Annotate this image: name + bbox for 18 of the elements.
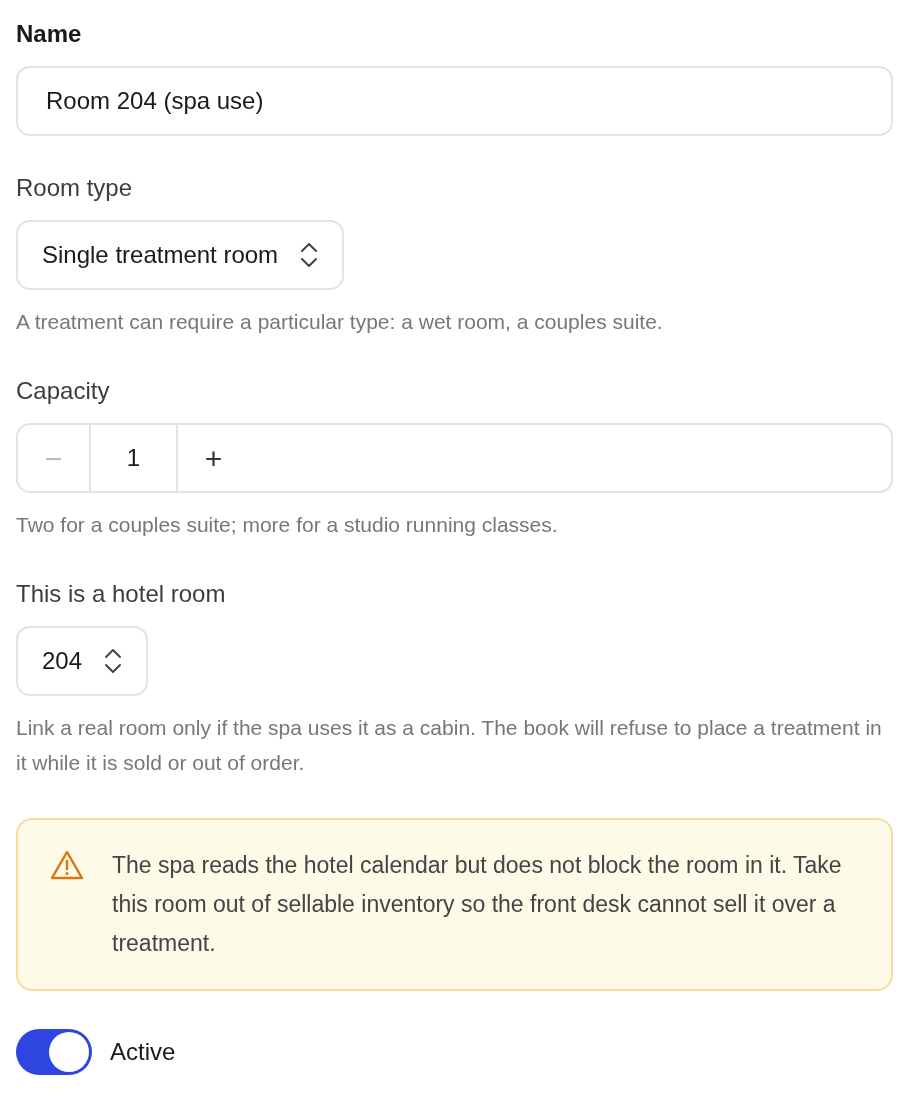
text-field[interactable]: Room 204 (spa use) (16, 66, 893, 136)
field-label: Room type (16, 174, 134, 202)
help-text: Link a real room only if the spa uses it as a cabin. The book will refuse to place a treatment in it while it is sold or out of order. (16, 715, 883, 776)
warning-icon (50, 849, 84, 881)
toggle-label: Active (110, 1037, 176, 1067)
field-label: Name (16, 20, 83, 48)
help-text: A treatment can require a particular type: a wet room, a couples suite. (16, 309, 664, 335)
select-field[interactable]: Single treatment room (16, 220, 345, 290)
warning-text: The spa reads the hotel calendar but does not block the room in it. Take this room out of sellable inventory so the front desk cannot sell it over a treatment. (112, 851, 843, 958)
increment-button[interactable]: + (178, 425, 249, 491)
field-label: This is a hotel room (16, 580, 227, 608)
select-field[interactable]: 204 (16, 626, 149, 696)
stepper-value: 1 (89, 425, 178, 491)
chevron-icon (300, 241, 319, 269)
toggle-switch[interactable] (16, 1029, 92, 1075)
field-label: Capacity (16, 377, 111, 405)
chevron-icon (104, 647, 123, 675)
help-text: Two for a couples suite; more for a studio running classes. (16, 512, 559, 538)
